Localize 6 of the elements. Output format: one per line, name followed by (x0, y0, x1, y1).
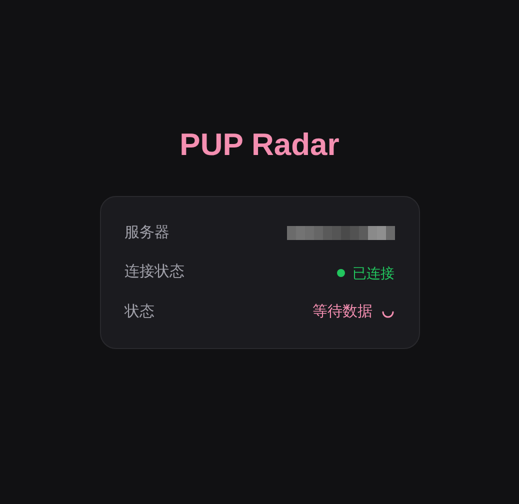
row-label: 状态 (124, 302, 154, 322)
status-value: 等待数据 (312, 302, 372, 322)
row-label: 服务器 (124, 222, 170, 243)
row-label: 连接状态 (124, 262, 184, 282)
connection-status: 已连接 (352, 264, 394, 282)
app-title: PUP Radar (180, 126, 340, 164)
